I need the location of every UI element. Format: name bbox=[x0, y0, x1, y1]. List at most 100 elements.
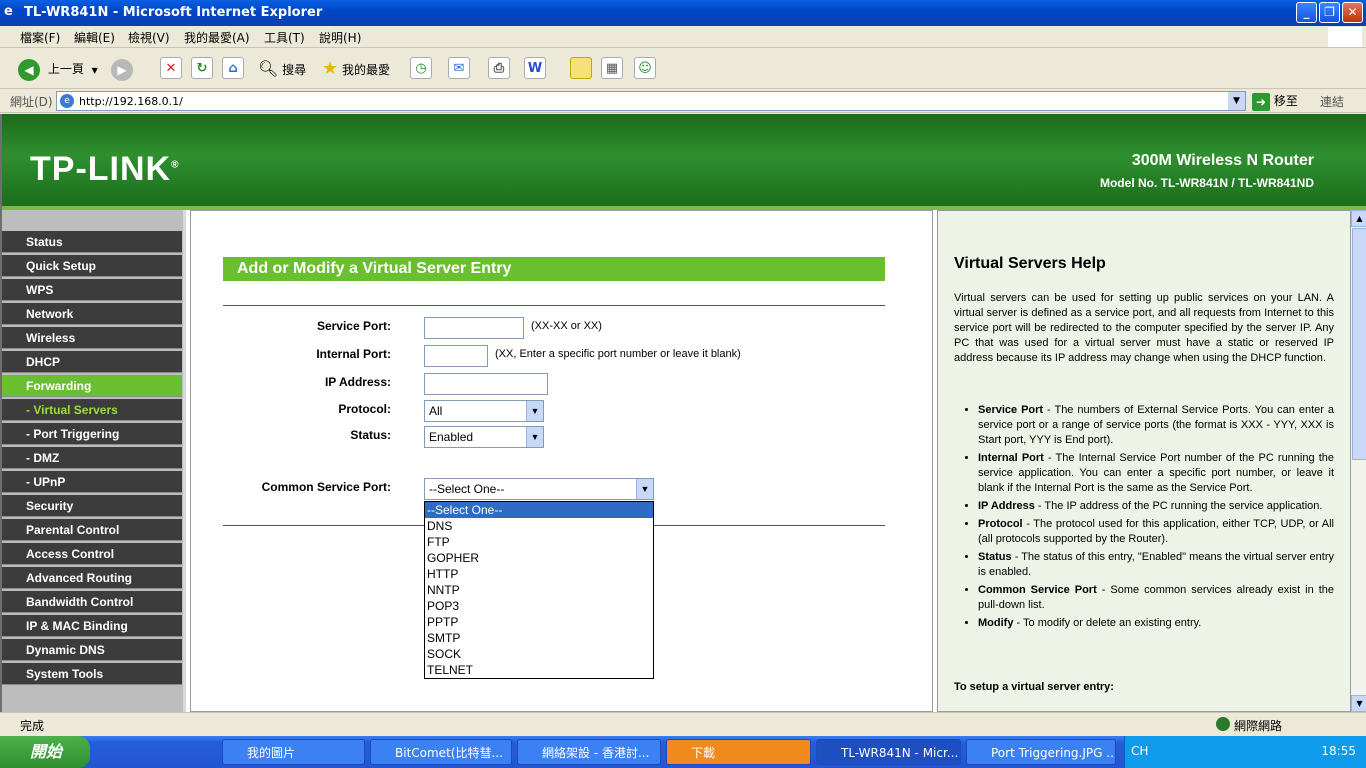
sidebar-item[interactable]: Forwarding bbox=[2, 375, 182, 397]
forward-button[interactable]: ▶ bbox=[111, 57, 133, 81]
mail-icon[interactable]: ✉ bbox=[448, 57, 470, 79]
sidebar-item[interactable]: - DMZ bbox=[2, 447, 182, 469]
menu-edit[interactable]: 編輯(E) bbox=[74, 29, 115, 46]
sidebar-item[interactable]: Dynamic DNS bbox=[2, 639, 182, 661]
taskbar-item[interactable]: 下載 bbox=[666, 739, 811, 765]
sidebar-item[interactable]: WPS bbox=[2, 279, 182, 301]
divider-top bbox=[223, 305, 885, 306]
toolbar: ◀ 上一頁 ▼ ▶ ✕ ↻ ⌂ 🔍︎ 搜尋 ★ 我的最愛 ◷ ✉ ⎙ W ▦ ☺ bbox=[0, 49, 1366, 89]
back-button[interactable]: ◀ 上一頁 ▼ bbox=[18, 57, 98, 81]
refresh-icon[interactable]: ↻ bbox=[191, 57, 213, 79]
taskbar-item[interactable]: 我的圖片 bbox=[222, 739, 365, 765]
sidebar-item[interactable]: - Virtual Servers bbox=[2, 399, 182, 421]
notes-icon[interactable] bbox=[570, 57, 592, 79]
common-service-port-dropdown[interactable]: --Select One-- DNS FTP GOPHER HTTP NNTP POP3 PP… bbox=[424, 501, 654, 679]
scroll-thumb[interactable] bbox=[1352, 228, 1366, 460]
tp-link-logo: TP-LINK® bbox=[30, 150, 180, 188]
dropdown-option[interactable]: FTP bbox=[425, 534, 653, 550]
back-dropdown-icon[interactable]: ▼ bbox=[92, 66, 98, 75]
dropdown-option[interactable]: --Select One-- bbox=[425, 502, 653, 518]
address-bar: 網址(D) e http://192.168.0.1/ ▼ ➜ 移至 連結 bbox=[0, 89, 1366, 113]
messenger-icon[interactable]: ☺ bbox=[634, 57, 656, 79]
sidebar-item[interactable]: Wireless bbox=[2, 327, 182, 349]
go-button[interactable]: ➜ 移至 bbox=[1252, 91, 1298, 111]
taskbar-item[interactable]: BitComet(比特彗... bbox=[370, 739, 512, 765]
links-button[interactable]: 連結 bbox=[1320, 93, 1344, 110]
dropdown-option[interactable]: SMTP bbox=[425, 630, 653, 646]
system-tray: CH 18:55 bbox=[1124, 736, 1366, 768]
dropdown-option[interactable]: PPTP bbox=[425, 614, 653, 630]
minimize-button[interactable]: _ bbox=[1296, 2, 1317, 23]
internal-port-label: Internal Port: bbox=[316, 347, 391, 361]
dropdown-option[interactable]: HTTP bbox=[425, 566, 653, 582]
side-menu: Status Quick Setup WPS Network Wireless DHCP F… bbox=[2, 210, 186, 712]
globe-icon bbox=[1216, 717, 1230, 731]
scroll-down-icon[interactable]: ▼ bbox=[1351, 695, 1366, 712]
service-port-input[interactable] bbox=[424, 317, 524, 339]
search-icon: 🔍︎ bbox=[258, 59, 279, 78]
common-service-port-select[interactable]: --Select One-- ▼ bbox=[424, 478, 654, 500]
menu-help[interactable]: 說明(H) bbox=[319, 29, 361, 46]
sidebar-item[interactable]: IP & MAC Binding bbox=[2, 615, 182, 637]
address-url: http://192.168.0.1/ bbox=[79, 95, 183, 108]
taskbar-item[interactable]: 網絡架設 - 香港討... bbox=[517, 739, 661, 765]
menu-tools[interactable]: 工具(T) bbox=[264, 29, 305, 46]
sidebar-item[interactable]: Parental Control bbox=[2, 519, 182, 541]
home-icon[interactable]: ⌂ bbox=[222, 57, 244, 79]
taskbar-item[interactable]: Port Triggering.JPG ... bbox=[966, 739, 1116, 765]
scroll-up-icon[interactable]: ▲ bbox=[1351, 210, 1366, 227]
status-select[interactable]: Enabled ▼ bbox=[424, 426, 544, 448]
page-scrollbar[interactable]: ▲ ▼ bbox=[1351, 210, 1366, 712]
sidebar-item[interactable]: Quick Setup bbox=[2, 255, 182, 277]
print-icon[interactable]: ⎙ bbox=[488, 57, 510, 79]
window-title-bar[interactable]: e TL-WR841N - Microsoft Internet Explore… bbox=[0, 0, 1366, 26]
close-button[interactable]: ✕ bbox=[1342, 2, 1363, 23]
main-frame: Add or Modify a Virtual Server Entry Ser… bbox=[190, 210, 933, 712]
dropdown-option[interactable]: GOPHER bbox=[425, 550, 653, 566]
stop-icon[interactable]: ✕ bbox=[160, 57, 182, 79]
sidebar-item[interactable]: - Port Triggering bbox=[2, 423, 182, 445]
menu-view[interactable]: 檢視(V) bbox=[128, 29, 170, 46]
address-dropdown-icon[interactable]: ▼ bbox=[1228, 92, 1245, 110]
dropdown-option[interactable]: POP3 bbox=[425, 598, 653, 614]
research-icon[interactable]: ▦ bbox=[601, 57, 623, 79]
sidebar-item[interactable]: Access Control bbox=[2, 543, 182, 565]
sidebar-item[interactable]: System Tools bbox=[2, 663, 182, 685]
sidebar-item[interactable]: Security bbox=[2, 495, 182, 517]
sidebar-item[interactable]: DHCP bbox=[2, 351, 182, 373]
menu-favorites[interactable]: 我的最愛(A) bbox=[184, 29, 250, 46]
protocol-value: All bbox=[429, 404, 443, 418]
dropdown-option[interactable]: TELNET bbox=[425, 662, 653, 678]
dropdown-option[interactable]: SOCK bbox=[425, 646, 653, 662]
sidebar-item[interactable]: Network bbox=[2, 303, 182, 325]
edit-icon[interactable]: W bbox=[524, 57, 546, 79]
ip-address-label: IP Address: bbox=[324, 375, 391, 389]
favorites-button[interactable]: ★ 我的最愛 bbox=[322, 57, 390, 81]
internal-port-hint: (XX, Enter a specific port number or lea… bbox=[495, 348, 741, 360]
status-label: Status: bbox=[350, 428, 391, 442]
help-list-item: IP Address - The IP address of the PC ru… bbox=[978, 499, 1334, 514]
dropdown-option[interactable]: DNS bbox=[425, 518, 653, 534]
history-icon[interactable]: ◷ bbox=[410, 57, 432, 79]
sidebar-item[interactable]: Advanced Routing bbox=[2, 567, 182, 589]
ip-address-input[interactable] bbox=[424, 373, 548, 395]
address-input[interactable]: e http://192.168.0.1/ ▼ bbox=[56, 91, 1246, 111]
start-button[interactable]: 開始 bbox=[0, 736, 90, 768]
taskbar-item[interactable]: TL-WR841N - Micr... bbox=[816, 739, 961, 765]
favorites-label: 我的最愛 bbox=[341, 63, 390, 77]
protocol-select[interactable]: All ▼ bbox=[424, 400, 544, 422]
sidebar-item[interactable]: Bandwidth Control bbox=[2, 591, 182, 613]
language-indicator[interactable]: CH bbox=[1131, 744, 1148, 758]
dropdown-option[interactable]: NNTP bbox=[425, 582, 653, 598]
menu-file[interactable]: 檔案(F) bbox=[20, 29, 60, 46]
internal-port-input[interactable] bbox=[424, 345, 488, 367]
protocol-label: Protocol: bbox=[338, 402, 391, 416]
search-button[interactable]: 🔍︎ 搜尋 bbox=[258, 57, 306, 81]
go-arrow-icon: ➜ bbox=[1252, 92, 1270, 111]
sidebar-item[interactable]: - UPnP bbox=[2, 471, 182, 493]
maximize-button[interactable]: ❐ bbox=[1319, 2, 1340, 23]
help-term: Protocol bbox=[978, 518, 1023, 530]
help-term: Status bbox=[978, 551, 1012, 563]
taskbar: 開始 我的圖片 BitComet(比特彗... 網絡架設 - 香港討... 下載 TL-… bbox=[0, 736, 1366, 768]
sidebar-item[interactable]: Status bbox=[2, 231, 182, 253]
